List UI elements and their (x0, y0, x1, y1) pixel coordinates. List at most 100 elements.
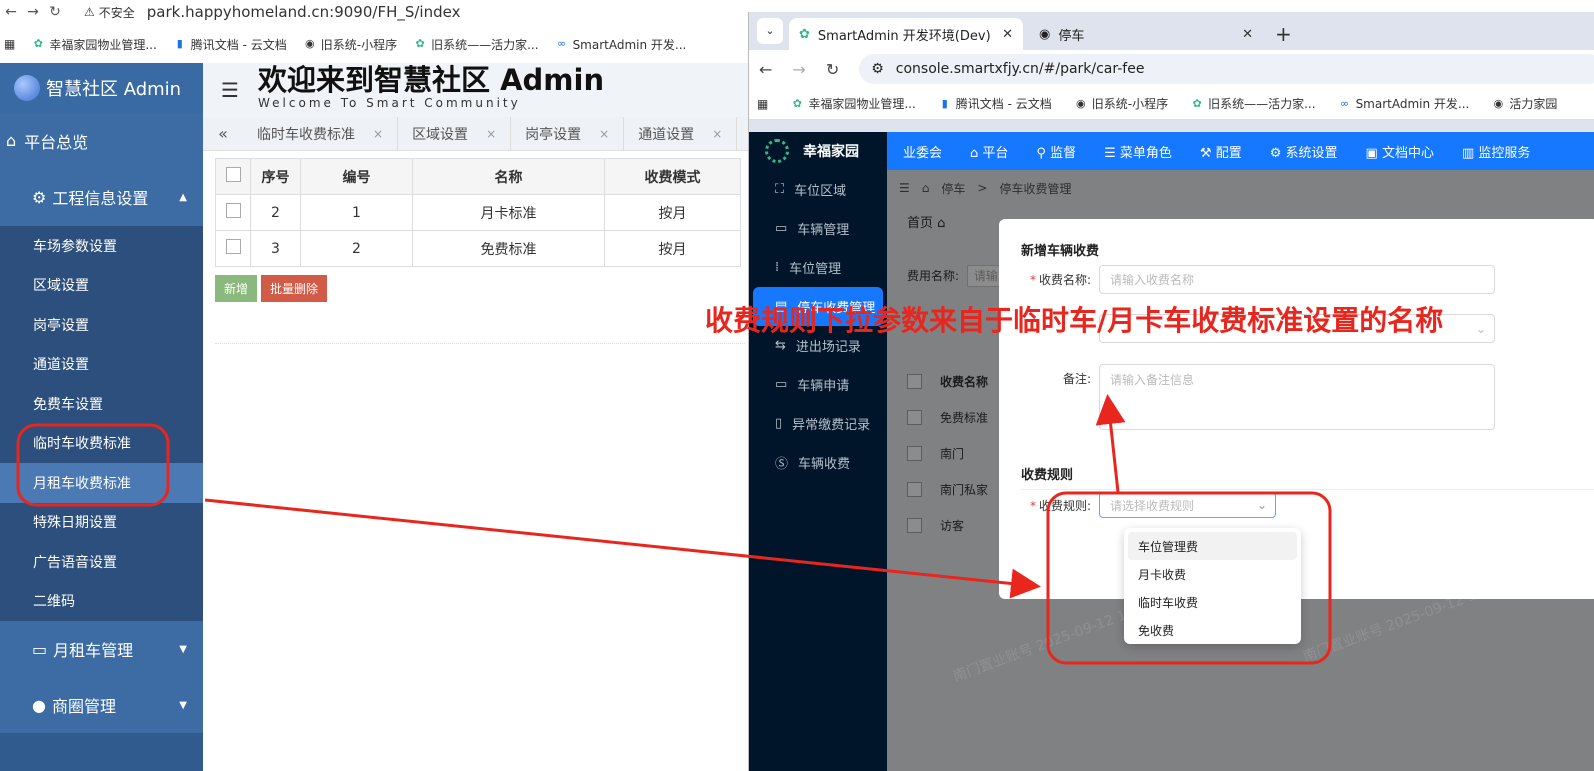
bookmark-1[interactable]: ✿ 幸福家园物业管理... (31, 36, 157, 53)
close-icon[interactable]: ✕ (1242, 27, 1253, 42)
left-url[interactable]: park.happyhomeland.cn:9090/FH_S/index (147, 3, 461, 21)
bookmark-6[interactable]: ◉ 活力家园 (1491, 95, 1558, 112)
sidebar-item-monthly-fee[interactable]: 月租车收费标准 (0, 463, 203, 503)
batch-delete-button[interactable]: 批量删除 (261, 275, 328, 302)
nav-supervise[interactable]: ⚲ 监督 (1036, 142, 1076, 161)
sidebar-group-monthly[interactable]: ▭ 月租车管理 ▼ (0, 621, 203, 677)
nav-config[interactable]: ⚒ 配置 (1200, 142, 1242, 161)
close-icon[interactable]: × (486, 127, 496, 141)
close-icon[interactable]: × (599, 127, 609, 141)
row-select[interactable] (215, 194, 251, 231)
bookmark-4[interactable]: ✿ 旧系统——活力家... (1190, 95, 1316, 112)
apps-icon[interactable]: ▦ (4, 37, 15, 51)
side-item-apply[interactable]: ▭ 车辆申请 (749, 365, 887, 404)
site-info-icon[interactable]: ⚙ (871, 61, 884, 77)
sidebar-item-temp-fee[interactable]: 临时车收费标准 (0, 424, 203, 464)
bookmark-4[interactable]: ✿ 旧系统——活力家... (413, 36, 539, 53)
browser-tab-parking[interactable]: ◉ 停车 ✕ (1029, 18, 1263, 50)
caret-down-icon: ▼ (179, 643, 187, 655)
tab-temp-fee[interactable]: 临时车收费标准 × (243, 116, 399, 151)
menu-icon[interactable]: ☰ (221, 78, 243, 102)
forward-icon[interactable]: → (22, 4, 44, 20)
security-badge[interactable]: ⚠ 不安全 (84, 4, 135, 21)
nav-owners-committee[interactable]: 业委会 (903, 142, 942, 161)
app-sidebar: 幸福家园 ⛶ 车位区域 ▭ 车辆管理 ⁞ 车位管理 ▤ 停车收费管理 ⇆ 进出场记录 ▭ 车… (749, 132, 887, 771)
bookmark-2[interactable]: ▮ 腾讯文档 - 云文档 (938, 95, 1052, 112)
option-space-fee[interactable]: 车位管理费 (1128, 532, 1297, 560)
tab-area[interactable]: 区域设置 × (398, 116, 512, 151)
right-address-bar[interactable]: ⚙ console.smartxfjy.cn/#/park/car-fee (859, 54, 1594, 84)
sidebar-item-booth[interactable]: 岗亭设置 (0, 305, 203, 345)
sidebar-item-ad-voice[interactable]: 广告语音设置 (0, 542, 203, 582)
side-item-vehicle-fee[interactable]: Ⓢ 车辆收费 (749, 443, 887, 482)
right-url[interactable]: console.smartxfjy.cn/#/park/car-fee (896, 61, 1145, 77)
table-row[interactable]: 2 1 月卡标准 按月 (215, 194, 741, 231)
sidebar-item-channel[interactable]: 通道设置 (0, 345, 203, 385)
tab-booth[interactable]: 岗亭设置 × (511, 116, 625, 151)
apps-icon[interactable]: ▦ (757, 97, 768, 111)
side-item-space[interactable]: ⁞ 车位管理 (749, 248, 887, 287)
coin-icon: Ⓢ (775, 457, 789, 472)
row-select[interactable] (215, 230, 251, 267)
option-temp-fee[interactable]: 临时车收费 (1128, 588, 1297, 616)
chat-icon: ● (32, 695, 46, 715)
nav-menu-role[interactable]: ☰ 菜单角色 (1104, 142, 1172, 161)
cell-index: 2 (250, 194, 301, 231)
sidebar-item-home[interactable]: ⌂ 平台总览 (0, 113, 203, 168)
page-subtitle: Welcome To Smart Community (258, 96, 521, 110)
sidebar-group-business[interactable]: ● 商圈管理 ▼ (0, 677, 203, 733)
side-item-vehicle[interactable]: ▭ 车辆管理 (749, 209, 887, 248)
reload-icon[interactable]: ↻ (826, 60, 839, 79)
bookmark-3[interactable]: ◉ 旧系统-小程序 (1074, 95, 1168, 112)
new-tab-icon[interactable]: + (1275, 22, 1292, 46)
smartadmin-app: 幸福家园 ⛶ 车位区域 ▭ 车辆管理 ⁞ 车位管理 ▤ 停车收费管理 ⇆ 进出场记录 ▭ 车… (749, 132, 1594, 771)
nav-monitor[interactable]: ▥ 监控服务 (1462, 142, 1530, 161)
sidebar-item-special-date[interactable]: 特殊日期设置 (0, 503, 203, 543)
sidebar-item-qrcode[interactable]: 二维码 (0, 582, 203, 622)
option-monthly-fee[interactable]: 月卡收费 (1128, 560, 1297, 588)
col-index: 序号 (250, 158, 301, 195)
remark-row: 备注: 请输入备注信息 (999, 364, 1495, 430)
left-logo: 智慧社区 Admin (0, 63, 203, 113)
side-item-abnormal[interactable]: ▯ 异常缴费记录 (749, 404, 887, 443)
side-item-parking-area[interactable]: ⛶ 车位区域 (749, 170, 887, 209)
left-address-bar[interactable]: ← → ↻ ⚠ 不安全 park.happyhomeland.cn:9090/F… (0, 0, 748, 24)
browser-tab-smartadmin[interactable]: ✿ SmartAdmin 开发环境(Dev) ✕ (789, 18, 1023, 50)
back-icon[interactable]: ← (0, 4, 22, 20)
double-left-icon[interactable]: « (203, 124, 243, 143)
bookmark-5[interactable]: ∞ SmartAdmin 开发... (1338, 95, 1469, 112)
divider (215, 343, 745, 344)
forward-icon[interactable]: → (792, 60, 805, 79)
table-row[interactable]: 3 2 免费标准 按月 (215, 230, 741, 267)
tab-channel[interactable]: 通道设置 × (624, 116, 738, 151)
cell-name: 月卡标准 (412, 194, 605, 231)
bookmark-3[interactable]: ◉ 旧系统-小程序 (303, 36, 397, 53)
nav-docs[interactable]: ▣ 文档中心 (1366, 142, 1434, 161)
back-icon[interactable]: ← (759, 60, 772, 79)
app-brand: 幸福家园 (749, 132, 887, 170)
bookmark-5[interactable]: ∞ SmartAdmin 开发... (555, 36, 686, 53)
nav-platform[interactable]: ⌂ 平台 (970, 142, 1008, 161)
checkbox[interactable] (225, 203, 241, 218)
bookmark-1[interactable]: ✿ 幸福家园物业管理... (790, 95, 916, 112)
gear-icon: ✿ (33, 37, 43, 50)
select-all-cell[interactable] (215, 158, 251, 195)
fee-rule-select[interactable]: 请选择收费规则 ⌄ (1099, 492, 1276, 518)
add-button[interactable]: 新增 (215, 275, 258, 302)
sidebar-item-park-params[interactable]: 车场参数设置 (0, 226, 203, 266)
sidebar-item-free-car[interactable]: 免费车设置 (0, 384, 203, 424)
bookmark-2[interactable]: ▮ 腾讯文档 - 云文档 (173, 36, 287, 53)
close-icon[interactable]: ✕ (1002, 27, 1013, 42)
close-icon[interactable]: × (373, 127, 383, 141)
checkbox[interactable] (225, 167, 241, 182)
remark-textarea[interactable]: 请输入备注信息 (1099, 364, 1495, 430)
checkbox[interactable] (225, 239, 241, 254)
nav-system[interactable]: ⚙ 系统设置 (1270, 142, 1338, 161)
sidebar-item-area[interactable]: 区域设置 (0, 266, 203, 306)
tab-search-icon[interactable]: ⌄ (757, 18, 783, 44)
sidebar-group-project[interactable]: ⚙ 工程信息设置 ▲ (0, 168, 203, 226)
fee-name-input[interactable]: 请输入收费名称 (1099, 265, 1495, 294)
reload-icon[interactable]: ↻ (44, 4, 66, 20)
option-free[interactable]: 免收费 (1128, 616, 1297, 644)
close-icon[interactable]: × (712, 127, 722, 141)
